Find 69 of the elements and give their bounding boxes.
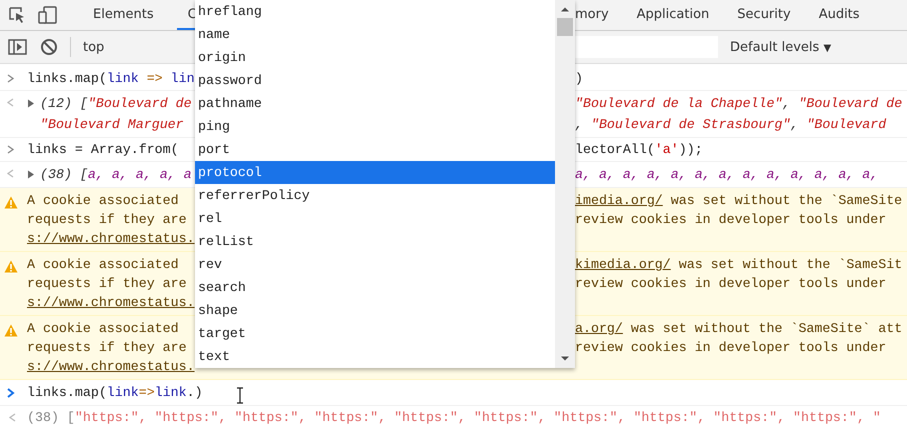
console-output-text: "Boulevard de la Chapelle", "Boulevard de <box>575 96 902 111</box>
warning-icon <box>4 196 18 209</box>
warning-message-text: A cookie associated <box>27 257 179 272</box>
warning-message-text: review cookies in developer tools under <box>575 212 886 227</box>
warning-link[interactable]: kimedia.org/ <box>575 257 671 272</box>
warning-message-text: review cookies in developer tools under <box>575 340 886 355</box>
autocomplete-item[interactable]: search <box>195 276 555 299</box>
console-result-text: (38) ["https:", "https:", "https:", "https:", "https:", "https:", "https:", "https:", "https:", "https:", " <box>27 409 881 427</box>
console-prompt-text: links.map(link=>link.) <box>27 385 203 400</box>
console-input-text: ) <box>575 71 583 86</box>
scroll-up-icon[interactable] <box>560 6 570 12</box>
autocomplete-item[interactable]: port <box>195 138 555 161</box>
chevron-icon <box>6 145 15 154</box>
device-toolbar-icon[interactable] <box>38 6 58 24</box>
autocomplete-item[interactable]: pathname <box>195 92 555 115</box>
scroll-down-icon[interactable] <box>560 356 570 362</box>
warning-icon <box>4 324 18 337</box>
autocomplete-item[interactable]: relList <box>195 230 555 253</box>
autocomplete-item[interactable]: rev <box>195 253 555 276</box>
console-output-text: (38) [a, a, a, a, a <box>40 167 192 182</box>
console-input-text: lectorAll('a')); <box>575 142 703 157</box>
autocomplete-item[interactable]: protocol <box>195 161 555 184</box>
disclosure-triangle-icon[interactable] <box>27 170 35 179</box>
warning-message-text: requests if they are <box>27 212 187 227</box>
autocomplete-item[interactable]: text <box>195 345 555 368</box>
warning-message-text: imedia.org/ was set without the `SameSite <box>575 193 902 208</box>
warning-link[interactable]: a.org/ <box>575 321 623 336</box>
autocomplete-item[interactable]: origin <box>195 46 555 69</box>
scrollbar[interactable] <box>555 0 575 368</box>
console-output-text: "Boulevard Marguer <box>40 117 184 132</box>
chevron-icon <box>6 74 15 83</box>
context-selector[interactable]: top <box>83 40 104 54</box>
disclosure-triangle-icon[interactable] <box>27 99 35 108</box>
warning-message-text: a.org/ was set without the `SameSite` att <box>575 321 902 336</box>
console-output-text: a, a, a, a, a, a, a, a, a, a, a, a, a, <box>575 167 878 182</box>
console-input-text: links = Array.from( <box>27 142 179 157</box>
panel-tab[interactable]: Audits <box>804 0 874 30</box>
warning-message-text: review cookies in developer tools under <box>575 276 886 291</box>
warning-message-text: requests if they are <box>27 340 187 355</box>
chevron-icon <box>6 388 15 398</box>
autocomplete-item[interactable]: ping <box>195 115 555 138</box>
panel-tab[interactable]: mory <box>575 0 623 30</box>
autocomplete-item[interactable]: shape <box>195 299 555 322</box>
warning-link[interactable]: imedia.org/ <box>575 193 663 208</box>
console-input-text: links.map(link => lin <box>27 71 195 86</box>
scrollbar-thumb[interactable] <box>557 18 573 36</box>
autocomplete-item[interactable]: rel <box>195 207 555 230</box>
text-cursor-icon <box>236 387 244 404</box>
warning-icon <box>4 260 18 273</box>
warning-link[interactable]: s://www.chromestatus. <box>27 231 195 246</box>
panel-tab[interactable]: Security <box>723 0 805 30</box>
log-levels-dropdown[interactable]: Default levels ▼ <box>726 40 836 54</box>
warning-link[interactable]: s://www.chromestatus. <box>27 359 195 374</box>
panel-tab[interactable]: Elements <box>82 0 165 30</box>
warning-message-text: A cookie associated <box>27 193 179 208</box>
autocomplete-item[interactable]: password <box>195 69 555 92</box>
autocomplete-item[interactable]: referrerPolicy <box>195 184 555 207</box>
filter-field[interactable] <box>575 36 718 58</box>
console-output-text: , "Boulevard de Strasbourg", "Boulevard <box>575 117 886 132</box>
panel-tab[interactable]: Application <box>622 0 724 30</box>
inspect-element-icon[interactable] <box>8 6 26 24</box>
warning-message-text: A cookie associated <box>27 321 179 336</box>
console-output-text: (12) ["Boulevard de <box>40 96 192 111</box>
clear-console-icon[interactable] <box>40 38 58 56</box>
warning-message-text: requests if they are <box>27 276 187 291</box>
warning-link[interactable]: s://www.chromestatus. <box>27 295 195 310</box>
autocomplete-item[interactable]: target <box>195 322 555 345</box>
sidebar-toggle-icon[interactable] <box>8 38 28 56</box>
warning-message-text: kimedia.org/ was set without the `SameSit <box>575 257 902 272</box>
